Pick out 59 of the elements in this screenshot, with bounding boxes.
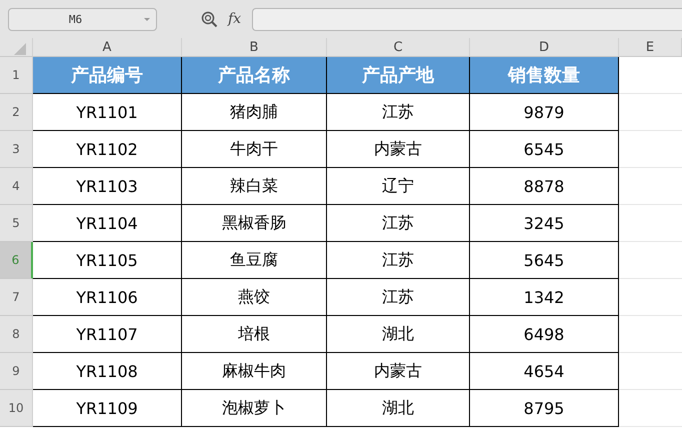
table-cell: 3245 [470, 205, 619, 242]
header-cell: 销售数量 [470, 57, 619, 94]
table-cell: YR1101 [33, 94, 182, 131]
table-cell: YR1106 [33, 279, 182, 316]
function-label[interactable]: fx [228, 11, 248, 27]
column-header[interactable]: A [33, 38, 182, 57]
table-cell: 鱼豆腐 [182, 242, 327, 279]
table-cell: 江苏 [327, 279, 470, 316]
table-cell: YR1109 [33, 390, 182, 427]
table-cell: 内蒙古 [327, 131, 470, 168]
table-cell: YR1105 [33, 242, 182, 279]
row-header[interactable]: 1 [0, 57, 33, 94]
table-cell: 6498 [470, 316, 619, 353]
table-cell: YR1104 [33, 205, 182, 242]
select-all-icon[interactable] [14, 43, 26, 55]
table-cell: 泡椒萝卜 [182, 390, 327, 427]
table-cell: 培根 [182, 316, 327, 353]
header-cell: 产品编号 [33, 57, 182, 94]
table-cell: 黑椒香肠 [182, 205, 327, 242]
table-cell: 江苏 [327, 242, 470, 279]
table-cell: 8795 [470, 390, 619, 427]
table-cell: 湖北 [327, 316, 470, 353]
table-cell: YR1102 [33, 131, 182, 168]
column-header[interactable]: C [327, 38, 470, 57]
row-header[interactable]: 5 [0, 205, 33, 242]
table-cell: 内蒙古 [327, 353, 470, 390]
table-cell: 麻椒牛肉 [182, 353, 327, 390]
table-cell: 燕饺 [182, 279, 327, 316]
table-cell: 6545 [470, 131, 619, 168]
row-header[interactable]: 4 [0, 168, 33, 205]
table-cell: 牛肉干 [182, 131, 327, 168]
header-cell: 产品产地 [327, 57, 470, 94]
zoom-icon[interactable] [201, 10, 218, 28]
column-header[interactable]: B [182, 38, 327, 57]
table-cell: 9879 [470, 94, 619, 131]
table-cell: 辽宁 [327, 168, 470, 205]
column-header[interactable]: E [619, 38, 682, 57]
row-header[interactable]: 7 [0, 279, 33, 316]
row-header[interactable]: 2 [0, 94, 33, 131]
row-header[interactable]: 8 [0, 316, 33, 353]
table-cell: YR1103 [33, 168, 182, 205]
table-cell: 猪肉脯 [182, 94, 327, 131]
header-cell: 产品名称 [182, 57, 327, 94]
table-cell: 辣白菜 [182, 168, 327, 205]
column-header[interactable]: D [470, 38, 619, 57]
table-cell: 4654 [470, 353, 619, 390]
table-cell: YR1107 [33, 316, 182, 353]
table-cell: YR1108 [33, 353, 182, 390]
table-cell: 江苏 [327, 94, 470, 131]
row-header[interactable]: 3 [0, 131, 33, 168]
table-cell: 5645 [470, 242, 619, 279]
row-header[interactable]: 10 [0, 390, 33, 427]
table-cell: 江苏 [327, 205, 470, 242]
row-header[interactable]: 9 [0, 353, 33, 390]
table-cell: 湖北 [327, 390, 470, 427]
name-box[interactable]: M6 [8, 8, 157, 30]
table-cell: 1342 [470, 279, 619, 316]
table-cell: 8878 [470, 168, 619, 205]
formula-field[interactable] [252, 8, 682, 30]
